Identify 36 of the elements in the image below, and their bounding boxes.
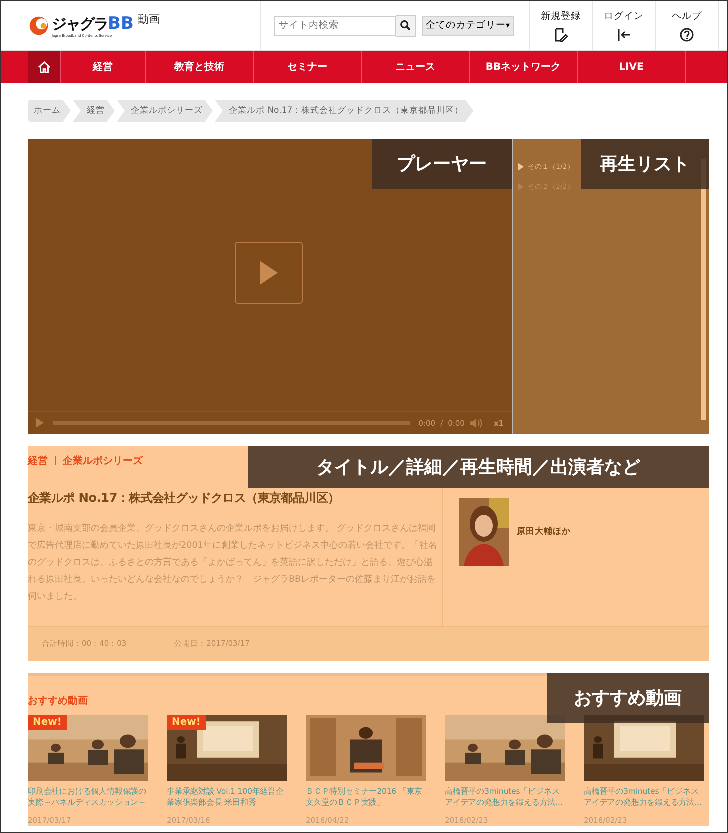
annotation-label: 再生リスト [581, 139, 709, 189]
section-heading: おすすめ動画 [28, 694, 88, 708]
breadcrumb-link[interactable]: 経営 [73, 100, 115, 122]
breadcrumb-link[interactable]: 企業ルポシリーズ [117, 100, 213, 122]
logo-brand-suffix: BB [108, 14, 134, 34]
edit-icon [554, 28, 568, 42]
search-field[interactable]: サイト内検索 [274, 16, 396, 36]
video-title: 企業ルポ No.17：株式会社グッドクロス（東京都品川区） [28, 490, 341, 507]
help-icon [680, 28, 694, 42]
new-badge: New! [28, 715, 67, 730]
category-link[interactable]: 経営 [28, 454, 48, 468]
home-tab[interactable] [28, 51, 60, 83]
search-button[interactable] [396, 14, 416, 36]
play-icon[interactable] [36, 418, 44, 428]
annotation-label: タイトル／詳細／再生時間／出演者など [248, 446, 709, 488]
logo-brand: ジャグラ [52, 14, 108, 34]
new-badge: New! [167, 715, 206, 730]
logo-section: 動画 [138, 12, 160, 27]
breadcrumb-link[interactable]: 企業ルポ No.17：株式会社グッドクロス（東京都品川区） [215, 100, 474, 122]
login-icon [617, 28, 632, 42]
volume-icon[interactable] [470, 418, 483, 428]
breadcrumb-link[interactable]: ホーム [28, 100, 71, 122]
performer-name: 原田大輔ほか [517, 526, 571, 538]
home-icon [38, 60, 50, 74]
progress-track[interactable] [53, 421, 410, 425]
search-icon [400, 20, 411, 31]
play-icon [259, 260, 279, 286]
category-link[interactable]: 企業ルポシリーズ [63, 454, 144, 468]
nav-tab[interactable]: 経営 [60, 51, 146, 83]
annotation-label: おすすめ動画 [547, 673, 709, 723]
category-dropdown[interactable]: 全てのカテゴリー▾ [422, 16, 514, 36]
logo-swirl-icon [28, 14, 50, 36]
category-separator: | [54, 456, 58, 466]
play-button[interactable] [235, 242, 303, 304]
annotation-label: プレーヤー [372, 139, 512, 189]
video-description: 東京・城南支部の会員企業、グッドクロスさんの企業ルポをお届けします。 グッドクロスさんは福岡で広告代理店に勤めていた原田社長が2001年に創業したネットビジネス中心の若い会社です。「社名のグッドクロスは、ふるさとの方言である「よかばってん」を英語に訳しただけ」と語る、遊び心溢れる原田社長。いったいどんな会社なのでしょうか？ ジャグラBBレポーターの佐藤まり江がお話を伺いました。 [28, 522, 438, 604]
